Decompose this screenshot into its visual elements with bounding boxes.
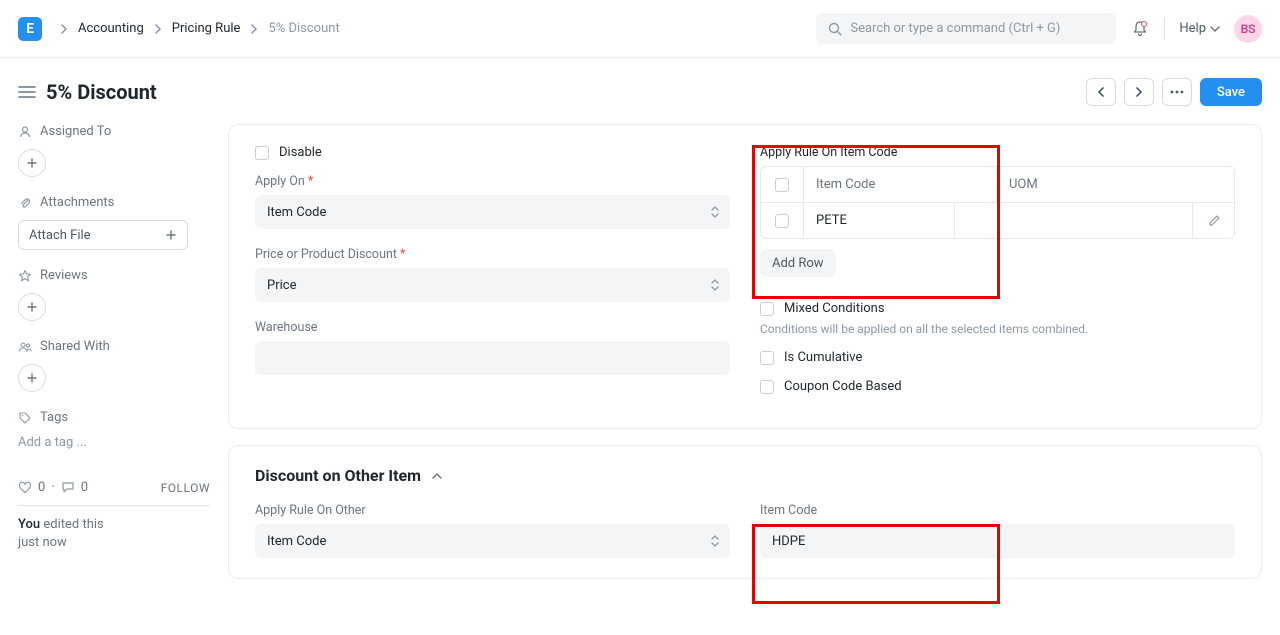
edit-row-icon[interactable] [1192,203,1234,238]
add-share-button[interactable] [18,364,46,392]
chevron-down-icon [1210,25,1220,33]
price-or-discount-value: Price [267,278,296,293]
checkbox-icon [255,146,269,160]
breadcrumb: Accounting Pricing Rule 5% Discount [60,21,340,36]
dot: · [51,480,54,495]
divider [18,505,210,506]
search-placeholder: Search or type a command (Ctrl + G) [850,21,1060,36]
mixed-conditions-checkbox[interactable]: Mixed Conditions [760,301,1235,316]
reviews-heading: Reviews [40,268,88,283]
select-caret-icon [710,205,720,219]
item-code-input[interactable]: HDPE [760,524,1235,558]
checkbox-icon [760,351,774,365]
plus-icon [165,229,177,241]
menu-button[interactable] [1162,78,1192,106]
paperclip-icon [18,196,32,210]
price-or-discount-select[interactable]: Price [255,268,730,302]
checkbox-icon [760,380,774,394]
add-assignee-button[interactable] [18,149,46,177]
page-title: 5% Discount [46,80,157,104]
comment-icon[interactable] [61,481,75,494]
apply-rule-on-label: Apply Rule On Item Code [760,145,1235,160]
tag-icon [18,411,32,425]
comments-count: 0 [81,480,88,495]
item-code-value: HDPE [772,534,805,549]
apply-on-label: Apply On [255,174,730,189]
next-button[interactable] [1124,78,1154,106]
mixed-conditions-label: Mixed Conditions [784,301,885,316]
save-button[interactable]: Save [1200,78,1262,106]
app-logo[interactable]: E [18,17,42,41]
sidebar-toggle-icon[interactable] [18,85,36,99]
apply-rule-other-value: Item Code [267,534,326,549]
coupon-based-checkbox[interactable]: Coupon Code Based [760,379,1235,394]
disable-label: Disable [279,145,322,160]
price-or-discount-label: Price or Product Discount [255,247,730,262]
grid-row-uom[interactable] [954,203,1192,238]
attach-file-label: Attach File [29,228,91,243]
chevron-right-icon [250,24,258,34]
bell-icon[interactable] [1130,19,1150,39]
warehouse-input[interactable] [255,341,730,375]
select-caret-icon [710,534,720,548]
grid-row-item[interactable]: PETE [803,203,954,238]
search-input[interactable]: Search or type a command (Ctrl + G) [816,13,1116,44]
add-review-button[interactable] [18,293,46,321]
assigned-to-heading: Assigned To [40,124,111,139]
add-tag-input[interactable]: Add a tag ... [18,435,210,450]
add-row-button[interactable]: Add Row [760,249,836,277]
users-icon [18,340,32,354]
grid-header-uom: UOM [996,167,1234,202]
chevron-up-icon [431,471,443,481]
shared-with-heading: Shared With [40,339,110,354]
likes-count: 0 [38,480,45,495]
apply-on-select[interactable]: Item Code [255,195,730,229]
help-label: Help [1179,21,1206,36]
heart-icon[interactable] [18,481,32,494]
breadcrumb-pricing-rule[interactable]: Pricing Rule [172,21,241,36]
coupon-based-label: Coupon Code Based [784,379,902,394]
tags-heading: Tags [40,410,68,425]
select-caret-icon [710,278,720,292]
apply-on-value: Item Code [267,205,326,220]
chevron-right-icon [60,24,68,34]
breadcrumb-accounting[interactable]: Accounting [78,21,144,36]
item-code-label: Item Code [760,503,1235,518]
edited-info: You edited this just now [18,516,210,552]
mixed-helper-text: Conditions will be applied on all the se… [760,322,1235,336]
apply-rule-other-label: Apply Rule On Other [255,503,730,518]
breadcrumb-current: 5% Discount [268,21,339,36]
item-code-grid: Item Code UOM PETE [760,166,1235,239]
section-heading-discount-other[interactable]: Discount on Other Item [255,466,1235,485]
checkbox-icon [760,302,774,316]
attach-file-button[interactable]: Attach File [18,220,188,250]
search-icon [828,22,842,36]
is-cumulative-label: Is Cumulative [784,350,862,365]
grid-header-item: Item Code [803,167,996,202]
grid-row[interactable]: PETE [761,203,1234,238]
disable-checkbox[interactable]: Disable [255,145,730,160]
grid-row-checkbox[interactable] [761,203,803,238]
avatar[interactable]: BS [1234,15,1262,43]
divider [1164,18,1165,40]
section-heading-label: Discount on Other Item [255,466,421,485]
help-menu[interactable]: Help [1179,21,1220,36]
warehouse-label: Warehouse [255,320,730,335]
user-icon [18,125,32,139]
prev-button[interactable] [1086,78,1116,106]
chevron-right-icon [154,24,162,34]
follow-button[interactable]: FOLLOW [161,481,210,495]
attachments-heading: Attachments [40,195,114,210]
star-icon [18,269,32,283]
grid-header-row: Item Code UOM [761,167,1234,203]
apply-rule-other-select[interactable]: Item Code [255,524,730,558]
grid-select-all[interactable] [761,167,803,202]
is-cumulative-checkbox[interactable]: Is Cumulative [760,350,1235,365]
